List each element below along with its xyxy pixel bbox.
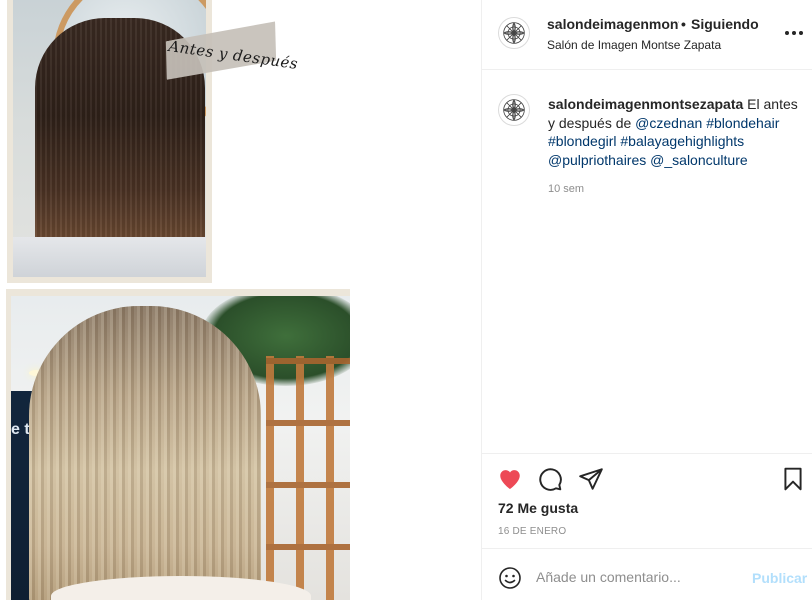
post-date[interactable]: 16 DE ENERO [498,526,566,537]
heart-filled-icon[interactable] [497,466,523,492]
photo-after: e ti [11,296,350,600]
location-link[interactable]: Salón de Imagen Montse Zapata [547,38,721,52]
following-button[interactable]: Siguiendo [691,16,759,32]
wooden-shelf [266,356,350,600]
header-username[interactable]: salondeimagenmontsezapata [547,16,679,32]
action-bar [482,453,812,503]
comment-bubble-icon[interactable] [537,466,563,492]
publish-button[interactable]: Publicar [752,570,807,586]
emoji-smile-icon[interactable] [498,566,522,590]
caption-timestamp[interactable]: 10 sem [548,183,584,195]
caption-text: salondeimagenmontsezapata El antes y des… [548,95,798,169]
comment-bar: Publicar [482,548,812,600]
more-options-icon[interactable] [785,28,805,38]
mention-link[interactable]: @czednan [635,115,702,131]
hashtag-link[interactable]: #blondehair [706,115,779,131]
mandala-logo-icon[interactable] [498,94,530,126]
comment-input[interactable] [536,565,736,589]
hashtag-link[interactable]: #blondegirl [548,133,617,149]
post-panel: salondeimagenmontsezapata • Siguiendo Sa… [481,0,812,600]
mention-link[interactable]: @_salonculture [650,152,748,168]
hair-after [29,306,261,600]
post-header: salondeimagenmontsezapata • Siguiendo Sa… [482,0,812,70]
salon-cape [13,237,206,277]
mandala-logo-icon[interactable] [498,17,530,49]
header-separator: • [681,16,686,32]
likes-count[interactable]: 72 Me gusta [498,500,578,516]
post-media[interactable]: Antes y después e ti [0,0,481,600]
caption-username[interactable]: salondeimagenmontsezapata [548,96,743,112]
paper-plane-icon[interactable] [578,466,604,492]
mention-link[interactable]: @pulpriothaires [548,152,646,168]
hashtag-link[interactable]: #balayagehighlights [620,133,744,149]
bookmark-icon[interactable] [780,466,806,492]
